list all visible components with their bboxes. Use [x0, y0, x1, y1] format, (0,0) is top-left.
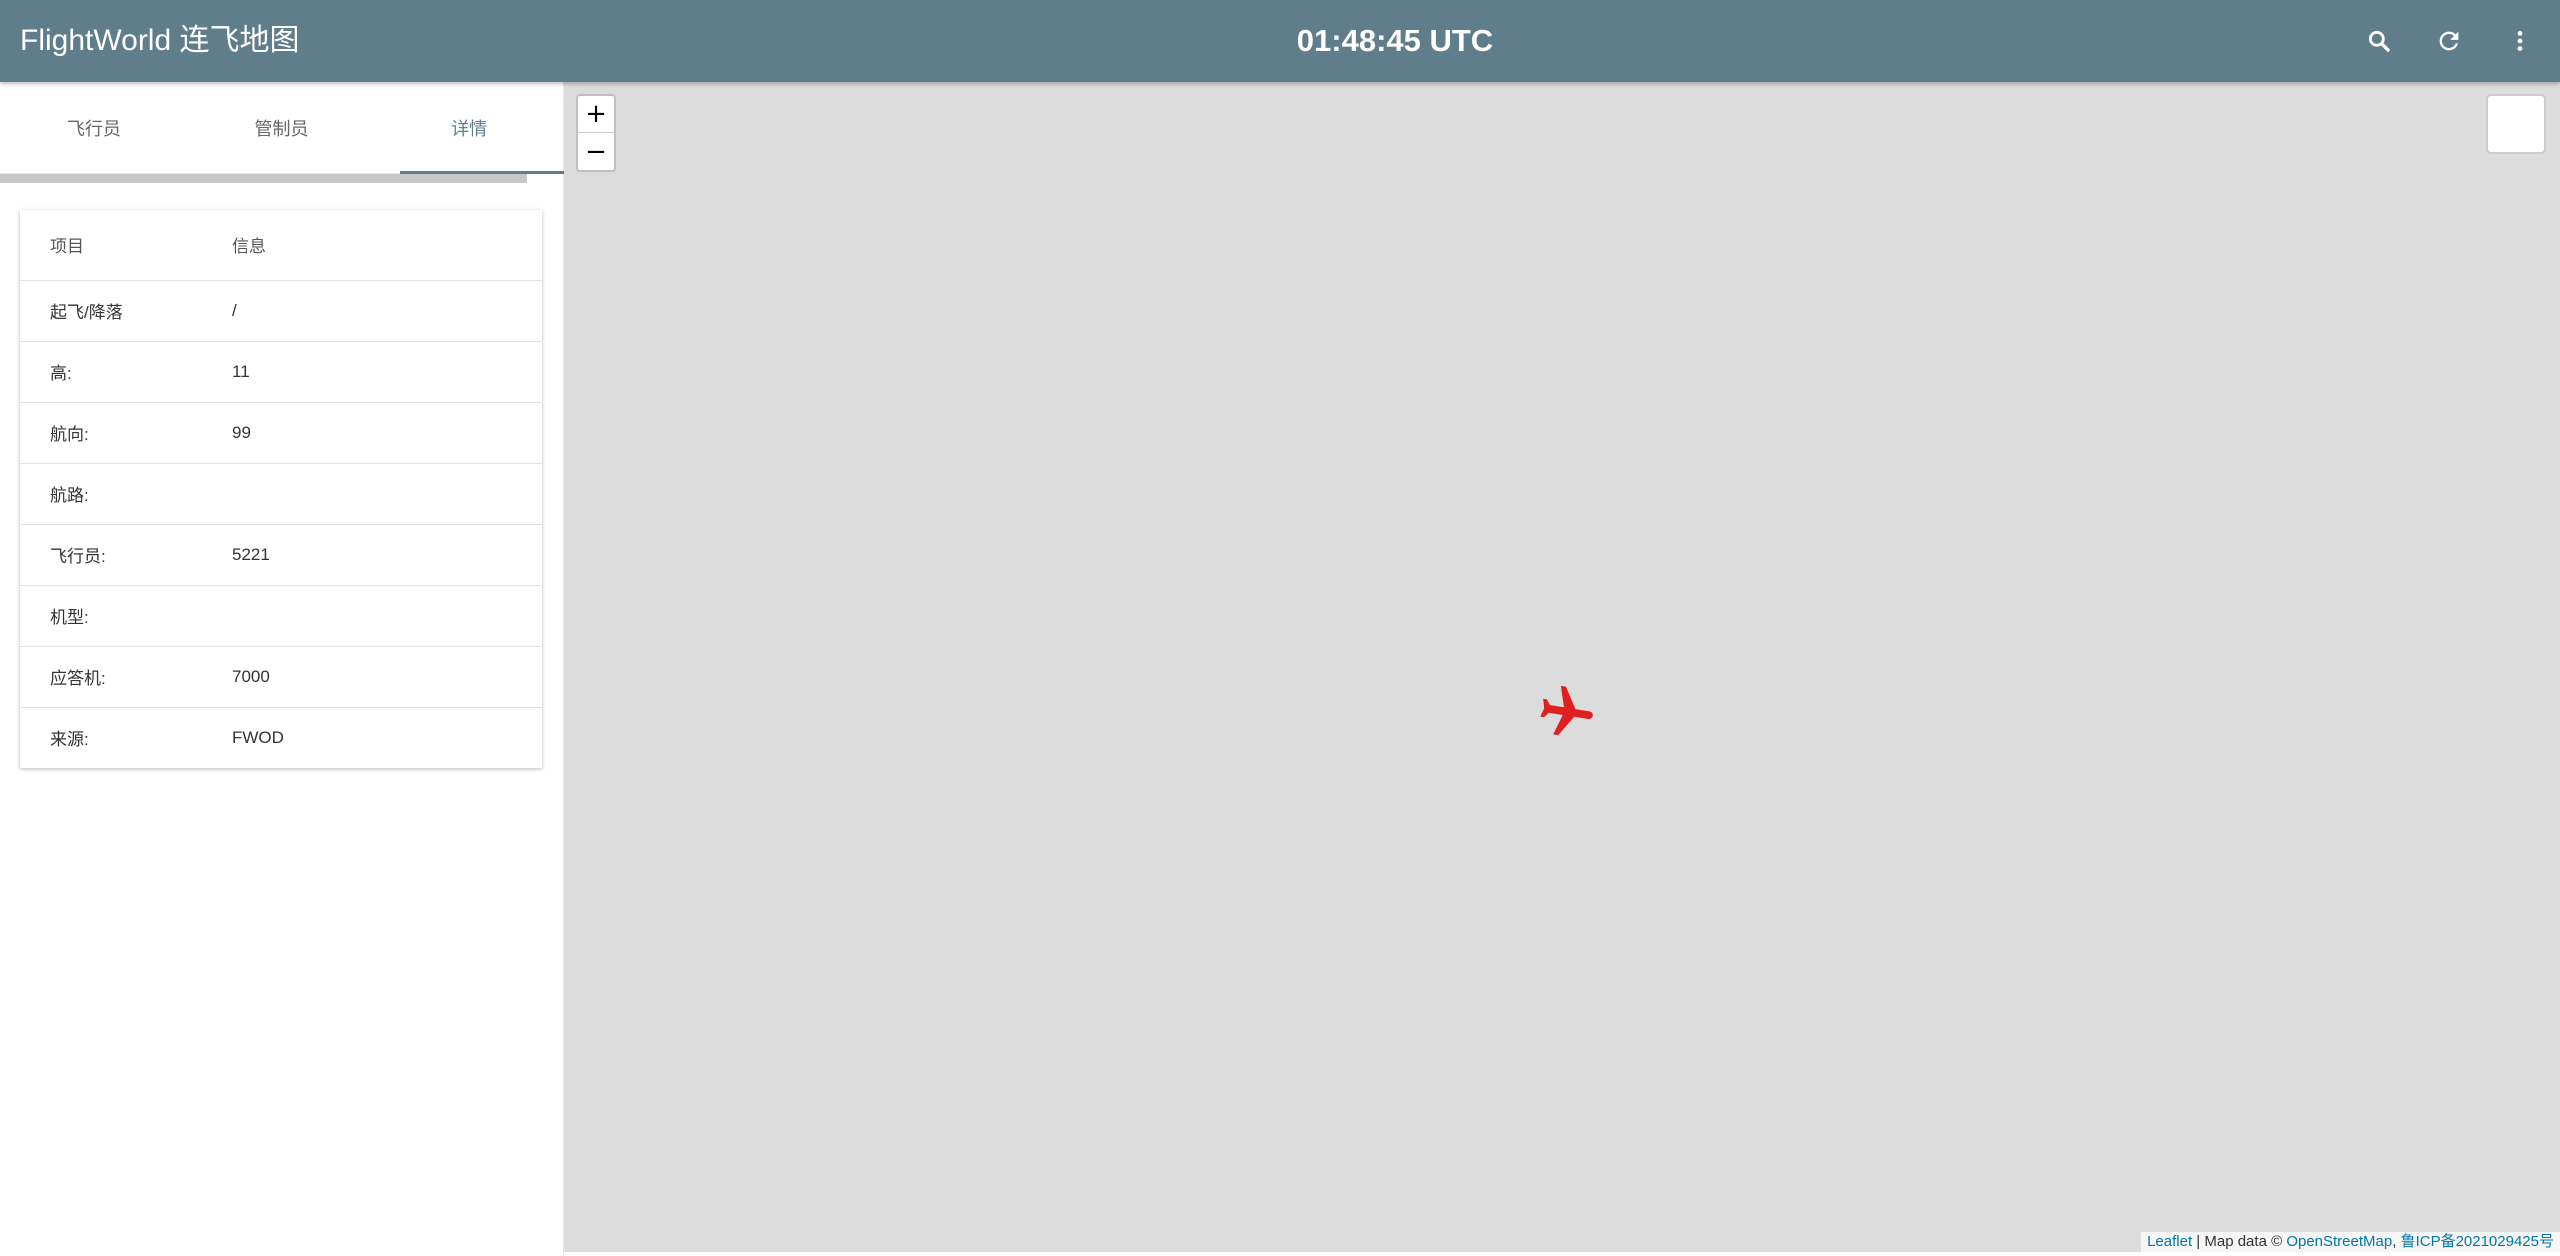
- row-value: [232, 463, 542, 525]
- tab-details[interactable]: 详情: [375, 82, 563, 173]
- more-vert-icon: [2517, 31, 2523, 51]
- attribution-comma: ,: [2392, 1233, 2401, 1250]
- flight-details-table: 项目 信息 起飞/降落 / 高: 11 航向: 99 航路: 飞行员: 5221…: [20, 210, 542, 768]
- openstreetmap-link[interactable]: OpenStreetMap: [2286, 1233, 2392, 1250]
- app-title: FlightWorld 连飞地图: [20, 24, 300, 57]
- table-row: 机型:: [20, 585, 542, 647]
- sidebar-tabs: 飞行员 管制员 详情: [0, 82, 564, 174]
- leaflet-link[interactable]: Leaflet: [2147, 1233, 2192, 1250]
- table-row: 应答机: 7000: [20, 646, 542, 708]
- row-value: 11: [232, 341, 542, 403]
- zoom-out-button[interactable]: −: [578, 133, 614, 170]
- attribution-separator: | Map data ©: [2192, 1233, 2287, 1250]
- row-value: 99: [232, 402, 542, 464]
- refresh-button[interactable]: [2429, 21, 2469, 61]
- map-attribution: Leaflet | Map data © OpenStreetMap, 鲁ICP…: [2141, 1232, 2560, 1252]
- refresh-icon: [2439, 31, 2459, 51]
- row-label: 高:: [20, 341, 232, 403]
- row-label: 起飞/降落: [20, 280, 232, 342]
- map-view[interactable]: + − Leaflet | Map data © OpenStreetMap, …: [564, 82, 2560, 1252]
- zoom-control: + −: [576, 94, 616, 172]
- loading-progress-bar: [0, 174, 527, 183]
- table-row: 航路:: [20, 463, 542, 525]
- row-value: /: [232, 280, 542, 342]
- table-row: 飞行员: 5221: [20, 524, 542, 586]
- sidebar: 飞行员 管制员 详情 项目 信息 起飞/降落 / 高: 11 航向: 99 航路…: [0, 82, 564, 1256]
- row-label: 应答机:: [20, 646, 232, 708]
- tab-pilots[interactable]: 飞行员: [0, 82, 188, 173]
- airplane-icon[interactable]: [1536, 682, 1598, 744]
- app-bar: FlightWorld 连飞地图 01:48:45 UTC: [0, 0, 2560, 82]
- table-row: 航向: 99: [20, 402, 542, 464]
- active-tab-indicator: [400, 171, 564, 174]
- column-header-item: 项目: [20, 210, 232, 281]
- flight-details-card: 项目 信息 起飞/降落 / 高: 11 航向: 99 航路: 飞行员: 5221…: [20, 210, 542, 768]
- table-row: 高: 11: [20, 341, 542, 403]
- table-row: 起飞/降落 /: [20, 280, 542, 342]
- row-label: 航路:: [20, 463, 232, 525]
- row-label: 飞行员:: [20, 524, 232, 586]
- row-label: 航向:: [20, 402, 232, 464]
- row-value: FWOD: [232, 727, 284, 747]
- utc-clock-container: 01:48:45 UTC: [0, 0, 2560, 82]
- table-row: 来源: FWOD: [20, 707, 542, 768]
- zoom-in-button[interactable]: +: [578, 96, 614, 133]
- search-button[interactable]: [2359, 21, 2399, 61]
- more-menu-button[interactable]: [2500, 21, 2540, 61]
- icp-license-link[interactable]: 鲁ICP备2021029425号: [2401, 1233, 2554, 1250]
- row-value: 7000: [232, 646, 542, 708]
- layer-toggle-button[interactable]: [2486, 94, 2546, 154]
- row-label: 机型:: [20, 585, 232, 647]
- row-value: 5221: [232, 524, 542, 586]
- tab-controllers[interactable]: 管制员: [188, 82, 376, 173]
- search-icon: [2368, 30, 2390, 52]
- row-value: [232, 585, 542, 647]
- column-header-info: 信息: [232, 210, 542, 281]
- utc-clock: 01:48:45 UTC: [1296, 23, 1494, 58]
- table-header-row: 项目 信息: [20, 210, 542, 281]
- row-label: 来源:: [50, 730, 89, 750]
